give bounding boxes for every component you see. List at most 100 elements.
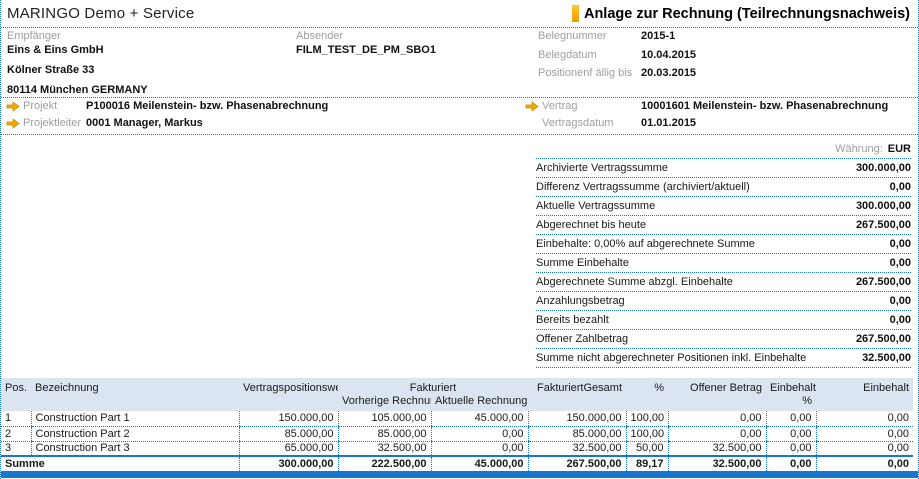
currency-value: EUR — [887, 143, 911, 155]
summary-value: 32.500,00 — [862, 352, 911, 364]
col-header-pos: Pos. — [1, 378, 31, 395]
col-header-offener-betrag: Offener Betrag — [668, 378, 766, 395]
summary-label: Anzahlungsbetrag — [536, 295, 625, 307]
belegdatum-label: Belegdatum — [538, 49, 597, 61]
summary-value: 0,00 — [889, 295, 911, 307]
cell-wert: 150.000,00 — [238, 411, 338, 427]
report-title: Anlage zur Rechnung (Teilrechnungsnachwe… — [571, 5, 910, 22]
position-row: 2 Construction Part 2 85.000,00 85.000,0… — [1, 426, 913, 442]
summary-row: Abgerechnet bis heute 267.500,00 — [536, 216, 911, 235]
position-row: 1 Construction Part 1 150.000,00 105.000… — [1, 411, 913, 427]
vertrag-label: Vertrag — [542, 100, 578, 112]
col-header-einbehalt: Einbehalt — [816, 378, 913, 395]
belegnummer-label: Belegnummer — [538, 30, 607, 42]
link-arrow-icon[interactable] — [6, 101, 20, 112]
cell-einbehalt: 0,00 — [815, 441, 913, 457]
col-header-fakturiert: Fakturiert — [338, 378, 528, 395]
col-header-aktuelle-rechnung: Aktuelle Rechnung — [431, 395, 528, 411]
belegdatum-value: 10.04.2015 — [641, 49, 697, 61]
cell-gesamt: 85.000,00 — [527, 426, 626, 442]
total-vorherige: 222.500,00 — [337, 455, 431, 471]
total-offener: 32.500,00 — [667, 455, 766, 471]
summary-label: Differenz Vertragssumme (archiviert/aktu… — [536, 181, 750, 193]
cell-wert: 65.000,00 — [238, 441, 338, 457]
vertragsdatum-value: 01.01.2015 — [641, 117, 697, 129]
summary-label: Einbehalte: 0,00% auf abgerechnete Summe — [536, 238, 755, 250]
summary-row: Anzahlungsbetrag 0,00 — [536, 292, 911, 311]
bottom-bar — [1, 471, 918, 478]
cell-prozent: 100,00 — [625, 411, 668, 427]
cell-vorherige: 85.000,00 — [337, 426, 431, 442]
summary-row: Summe nicht abgerechneter Positionen ink… — [536, 349, 911, 368]
summary-row: Aktuelle Vertragssumme 300.000,00 — [536, 197, 911, 216]
divider — [1, 27, 918, 28]
cell-vorherige: 32.500,00 — [337, 441, 431, 457]
summary-value: 267.500,00 — [855, 276, 911, 288]
currency-row: Währung: EUR — [536, 140, 911, 159]
col-header-vorherige-rechnungen: Vorherige Rechnungen — [338, 395, 431, 411]
table-header-row-1: Pos. Bezeichnung Vertragspositionswert F… — [1, 378, 913, 395]
table-header-row-2: Vorherige Rechnungen Aktuelle Rechnung % — [1, 395, 913, 411]
projekt-label: Projekt — [23, 100, 58, 112]
cell-aktuelle: 0,00 — [430, 426, 528, 442]
total-gesamt: 267.500,00 — [527, 455, 626, 471]
cell-prozent: 50,00 — [625, 441, 668, 457]
summary-label: Bereits bezahlt — [536, 314, 609, 326]
cell-gesamt: 32.500,00 — [527, 441, 626, 457]
divider — [1, 134, 918, 135]
link-arrow-icon[interactable] — [525, 101, 539, 112]
summary-label: Summe nicht abgerechneter Positionen ink… — [536, 352, 807, 364]
contract-summary: Währung: EUR Archivierte Vertragssumme 30… — [536, 140, 911, 368]
summary-value: 267.500,00 — [855, 333, 911, 345]
positions-total-row: Summe 300.000,00 222.500,00 45.000,00 26… — [1, 455, 913, 471]
title-marker-icon — [571, 5, 579, 22]
summary-value: 300.000,00 — [855, 200, 911, 212]
total-aktuelle: 45.000,00 — [430, 455, 528, 471]
summary-row: Einbehalte: 0,00% auf abgerechnete Summe… — [536, 235, 911, 254]
total-label: Summe — [1, 455, 239, 471]
projektleiter-value: 0001 Manager, Markus — [86, 117, 203, 129]
invoice-annex-page: MARINGO Demo + Service Anlage zur Rechnu… — [0, 0, 919, 479]
total-einbehalt-prozent: 0,00 — [765, 455, 816, 471]
total-prozent: 89,17 — [625, 455, 668, 471]
cell-bezeichnung: Construction Part 2 — [30, 426, 239, 442]
cell-einbehalt-prozent: 0,00 — [765, 411, 816, 427]
cell-pos: 2 — [1, 426, 31, 442]
summary-label: Offener Zahlbetrag — [536, 333, 629, 345]
summary-row: Archivierte Vertragssumme 300.000,00 — [536, 159, 911, 178]
report-title-text: Anlage zur Rechnung (Teilrechnungsnachwe… — [583, 5, 910, 22]
cell-bezeichnung: Construction Part 3 — [30, 441, 239, 457]
summary-value: 0,00 — [889, 238, 911, 250]
total-einbehalt: 0,00 — [815, 455, 913, 471]
summary-row: Bereits bezahlt 0,00 — [536, 311, 911, 330]
summary-value: 0,00 — [889, 314, 911, 326]
summary-value: 0,00 — [889, 181, 911, 193]
company-title: MARINGO Demo + Service — [7, 5, 195, 22]
col-header-fakturiert-gesamt: FakturiertGesamt — [528, 378, 626, 395]
summary-row: Summe Einbehalte 0,00 — [536, 254, 911, 273]
summary-label: Archivierte Vertragssumme — [536, 162, 669, 174]
faellig-bis-label: Positionenf ällig bis — [538, 67, 633, 79]
cell-offener: 32.500,00 — [667, 441, 766, 457]
col-header-bezeichnung: Bezeichnung — [31, 378, 239, 395]
col-header-einbehalt-grp: Einbehalt — [766, 378, 816, 395]
belegnummer-value: 2015-1 — [641, 30, 676, 42]
summary-value: 267.500,00 — [855, 219, 911, 231]
col-header-vertragspositionswert: Vertragspositionswert — [239, 378, 338, 395]
cell-vorherige: 105.000,00 — [337, 411, 431, 427]
projekt-value: P100016 Meilenstein- bzw. Phasenabrechnu… — [86, 100, 329, 112]
vertrag-value: 10001601 Meilenstein- bzw. Phasenabrechn… — [641, 100, 889, 112]
cell-aktuelle: 0,00 — [430, 441, 528, 457]
position-row: 3 Construction Part 3 65.000,00 32.500,0… — [1, 441, 913, 457]
summary-label: Abgerechnet bis heute — [536, 219, 647, 231]
summary-label: Abgerechnete Summe abzgl. Einbehalte — [536, 276, 733, 288]
cell-pos: 3 — [1, 441, 31, 457]
recipient-label: Empfänger — [7, 30, 61, 42]
cell-bezeichnung: Construction Part 1 — [30, 411, 239, 427]
link-arrow-icon[interactable] — [6, 118, 20, 129]
summary-value: 0,00 — [889, 257, 911, 269]
cell-aktuelle: 45.000,00 — [430, 411, 528, 427]
cell-offener: 0,00 — [667, 411, 766, 427]
cell-prozent: 100,00 — [625, 426, 668, 442]
cell-einbehalt-prozent: 0,00 — [765, 441, 816, 457]
